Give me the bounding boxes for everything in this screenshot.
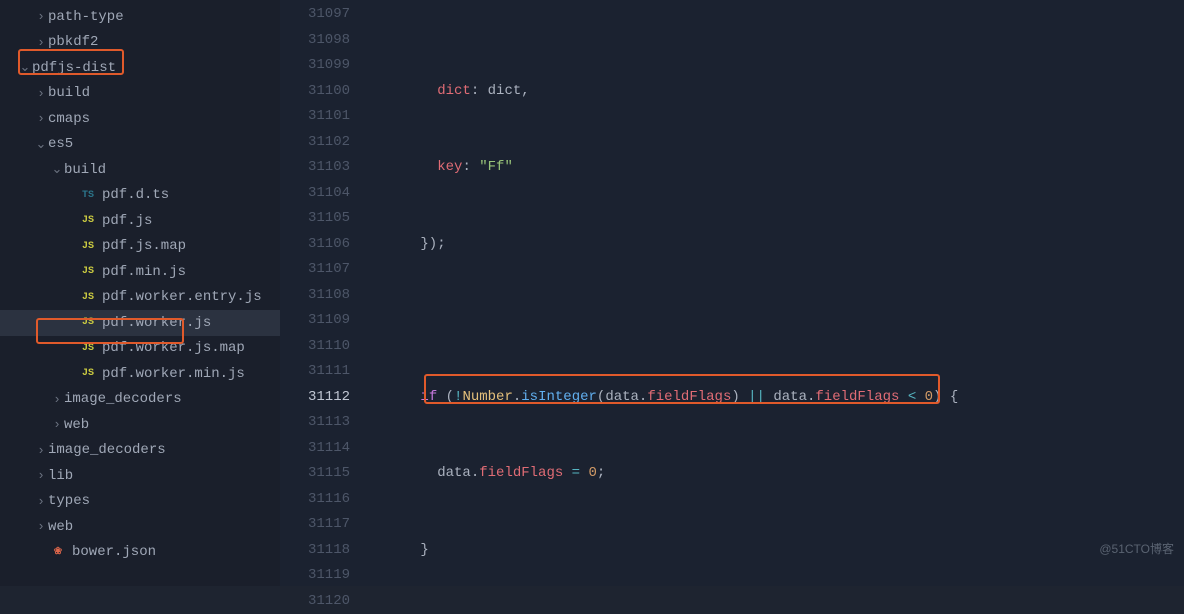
- line-number: 31101: [280, 104, 350, 130]
- line-number-gutter: 3109731098310993110031101311023110331104…: [280, 0, 370, 586]
- chevron-right-icon: ›: [34, 494, 48, 509]
- chevron-down-icon: ⌄: [18, 60, 32, 75]
- tree-item-label: cmaps: [48, 111, 90, 127]
- tree-item-pbkdf2[interactable]: ›pbkdf2: [0, 30, 280, 56]
- line-number: 31115: [280, 461, 350, 487]
- tree-item-label: pdf.worker.js.map: [102, 340, 245, 356]
- tree-item-pdf-worker-js[interactable]: JS pdf.worker.js: [0, 310, 280, 336]
- chevron-right-icon: ›: [34, 111, 48, 126]
- line-number: 31118: [280, 538, 350, 564]
- tree-item-pdfjs-dist[interactable]: ⌄pdfjs-dist: [0, 55, 280, 81]
- tree-item-label: pdfjs-dist: [32, 60, 116, 76]
- tree-item-label: pdf.d.ts: [102, 187, 169, 203]
- chevron-right-icon: ›: [34, 86, 48, 101]
- js-file-icon: JS: [78, 292, 98, 303]
- js-file-icon: JS: [78, 343, 98, 354]
- tree-item-label: pdf.worker.min.js: [102, 366, 245, 382]
- watermark: @51CTO博客: [1099, 537, 1174, 563]
- line-number: 31109: [280, 308, 350, 334]
- ts-file-icon: TS: [78, 190, 98, 201]
- chevron-right-icon: ›: [34, 9, 48, 24]
- line-number: 31104: [280, 181, 350, 207]
- tree-item-build[interactable]: ›build: [0, 81, 280, 107]
- chevron-down-icon: ⌄: [50, 162, 64, 177]
- line-number: 31106: [280, 232, 350, 258]
- line-number: 31111: [280, 359, 350, 385]
- tree-item-lib[interactable]: ›lib: [0, 463, 280, 489]
- tree-item-pdf-worker-min-js[interactable]: JS pdf.worker.min.js: [0, 361, 280, 387]
- chevron-right-icon: ›: [34, 468, 48, 483]
- tree-item-label: types: [48, 493, 90, 509]
- tree-item-label: pbkdf2: [48, 34, 98, 50]
- js-file-icon: JS: [78, 215, 98, 226]
- line-number: 31116: [280, 487, 350, 513]
- bower-file-icon: ❀: [48, 546, 68, 558]
- line-number: 31100: [280, 79, 350, 105]
- tree-item-cmaps[interactable]: ›cmaps: [0, 106, 280, 132]
- tree-item-label: pdf.min.js: [102, 264, 186, 280]
- line-number: 31107: [280, 257, 350, 283]
- line-number: 31098: [280, 28, 350, 54]
- tree-item-label: web: [64, 417, 89, 433]
- tree-item-pdf-min-js[interactable]: JS pdf.min.js: [0, 259, 280, 285]
- chevron-right-icon: ›: [34, 443, 48, 458]
- tree-item-types[interactable]: ›types: [0, 489, 280, 515]
- line-number: 31117: [280, 512, 350, 538]
- tree-item-label: web: [48, 519, 73, 535]
- tree-item-pdf-js-map[interactable]: JS pdf.js.map: [0, 234, 280, 260]
- code-editor[interactable]: 3109731098310993110031101311023110331104…: [280, 0, 1184, 586]
- js-file-icon: JS: [78, 266, 98, 277]
- chevron-right-icon: ›: [34, 35, 48, 50]
- tree-item-label: lib: [48, 468, 73, 484]
- tree-item-web[interactable]: ›web: [0, 514, 280, 540]
- line-number: 31102: [280, 130, 350, 156]
- line-number: 31105: [280, 206, 350, 232]
- tree-item-label: build: [48, 85, 90, 101]
- tree-item-pdf-d-ts[interactable]: TS pdf.d.ts: [0, 183, 280, 209]
- line-number: 31113: [280, 410, 350, 436]
- js-file-icon: JS: [78, 317, 98, 328]
- tree-item-label: path-type: [48, 9, 124, 25]
- js-file-icon: JS: [78, 241, 98, 252]
- tree-item-label: pdf.worker.entry.js: [102, 289, 262, 305]
- line-number: 31110: [280, 334, 350, 360]
- tree-item-label: pdf.js: [102, 213, 152, 229]
- tree-item-label: pdf.js.map: [102, 238, 186, 254]
- line-number: 31119: [280, 563, 350, 589]
- tree-item-image_decoders[interactable]: ›image_decoders: [0, 438, 280, 464]
- chevron-right-icon: ›: [34, 519, 48, 534]
- tree-item-label: es5: [48, 136, 73, 152]
- tree-item-pdf-worker-entry-js[interactable]: JS pdf.worker.entry.js: [0, 285, 280, 311]
- line-number: 31114: [280, 436, 350, 462]
- chevron-right-icon: ›: [50, 392, 64, 407]
- chevron-down-icon: ⌄: [34, 137, 48, 152]
- file-explorer[interactable]: ›path-type›pbkdf2⌄pdfjs-dist›build›cmaps…: [0, 0, 280, 586]
- code-area[interactable]: dict: dict, key: "Ff" }); if (!Number.is…: [370, 0, 1184, 586]
- line-number: 31108: [280, 283, 350, 309]
- line-number: 31103: [280, 155, 350, 181]
- tree-item-bower-json[interactable]: ❀ bower.json: [0, 540, 280, 566]
- tree-item-es5[interactable]: ⌄es5: [0, 132, 280, 158]
- chevron-right-icon: ›: [50, 417, 64, 432]
- line-number: 31099: [280, 53, 350, 79]
- tree-item-web[interactable]: ›web: [0, 412, 280, 438]
- tree-item-pdf-worker-js-map[interactable]: JS pdf.worker.js.map: [0, 336, 280, 362]
- line-number: 31112: [280, 385, 350, 411]
- tree-item-label: bower.json: [72, 544, 156, 560]
- tree-item-label: build: [64, 162, 106, 178]
- tree-item-label: image_decoders: [48, 442, 166, 458]
- tree-item-pdf-js[interactable]: JS pdf.js: [0, 208, 280, 234]
- tree-item-label: image_decoders: [64, 391, 182, 407]
- js-file-icon: JS: [78, 368, 98, 379]
- tree-item-label: pdf.worker.js: [102, 315, 211, 331]
- line-number: 31097: [280, 2, 350, 28]
- tree-item-build[interactable]: ⌄build: [0, 157, 280, 183]
- tree-item-image_decoders[interactable]: ›image_decoders: [0, 387, 280, 413]
- tree-item-path-type[interactable]: ›path-type: [0, 4, 280, 30]
- line-number: 31120: [280, 589, 350, 614]
